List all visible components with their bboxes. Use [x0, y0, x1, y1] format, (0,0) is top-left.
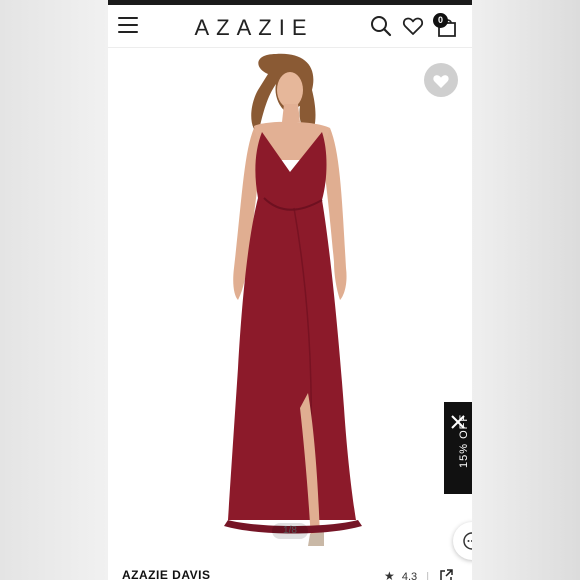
chat-button[interactable] [453, 522, 472, 560]
wishlist-button[interactable] [402, 15, 426, 39]
site-header: AZAZIE 0 [108, 5, 472, 47]
promo-label: 15% OFF [458, 413, 470, 468]
share-button[interactable] [439, 569, 453, 580]
search-button[interactable] [370, 15, 394, 39]
favorite-button[interactable] [424, 63, 458, 97]
menu-button[interactable] [118, 17, 140, 35]
hamburger-line [118, 31, 138, 33]
search-icon [371, 16, 392, 37]
cart-count-badge: 0 [433, 13, 448, 28]
share-icon [440, 569, 453, 580]
background-right [472, 0, 580, 580]
product-image-gallery[interactable] [108, 48, 472, 568]
model-face [277, 72, 303, 108]
product-rating[interactable]: ★ 4.3 | [384, 569, 429, 580]
hamburger-menu-icon [118, 17, 138, 19]
model-shoe [308, 532, 324, 546]
phone-screen: AZAZIE 0 15% OFF 1/8 AZAZIE DAVIS ★ 4.3 … [108, 0, 472, 580]
cart-button[interactable]: 0 [433, 13, 459, 39]
discount-promo-tab[interactable]: 15% OFF [444, 402, 472, 494]
product-title: AZAZIE DAVIS [122, 568, 211, 580]
brand-logo[interactable]: AZAZIE [184, 15, 324, 41]
chat-bubble-icon [463, 532, 472, 550]
rating-value: 4.3 [401, 571, 418, 580]
model-neck [282, 104, 300, 122]
product-photo [224, 53, 362, 546]
rating-divider: | [426, 571, 430, 580]
gallery-page-indicator: 1/8 [272, 523, 308, 539]
hamburger-line [118, 24, 138, 26]
heart-filled-icon [433, 75, 449, 88]
background-left [0, 0, 108, 580]
star-icon: ★ [384, 569, 395, 580]
heart-icon [402, 17, 424, 35]
